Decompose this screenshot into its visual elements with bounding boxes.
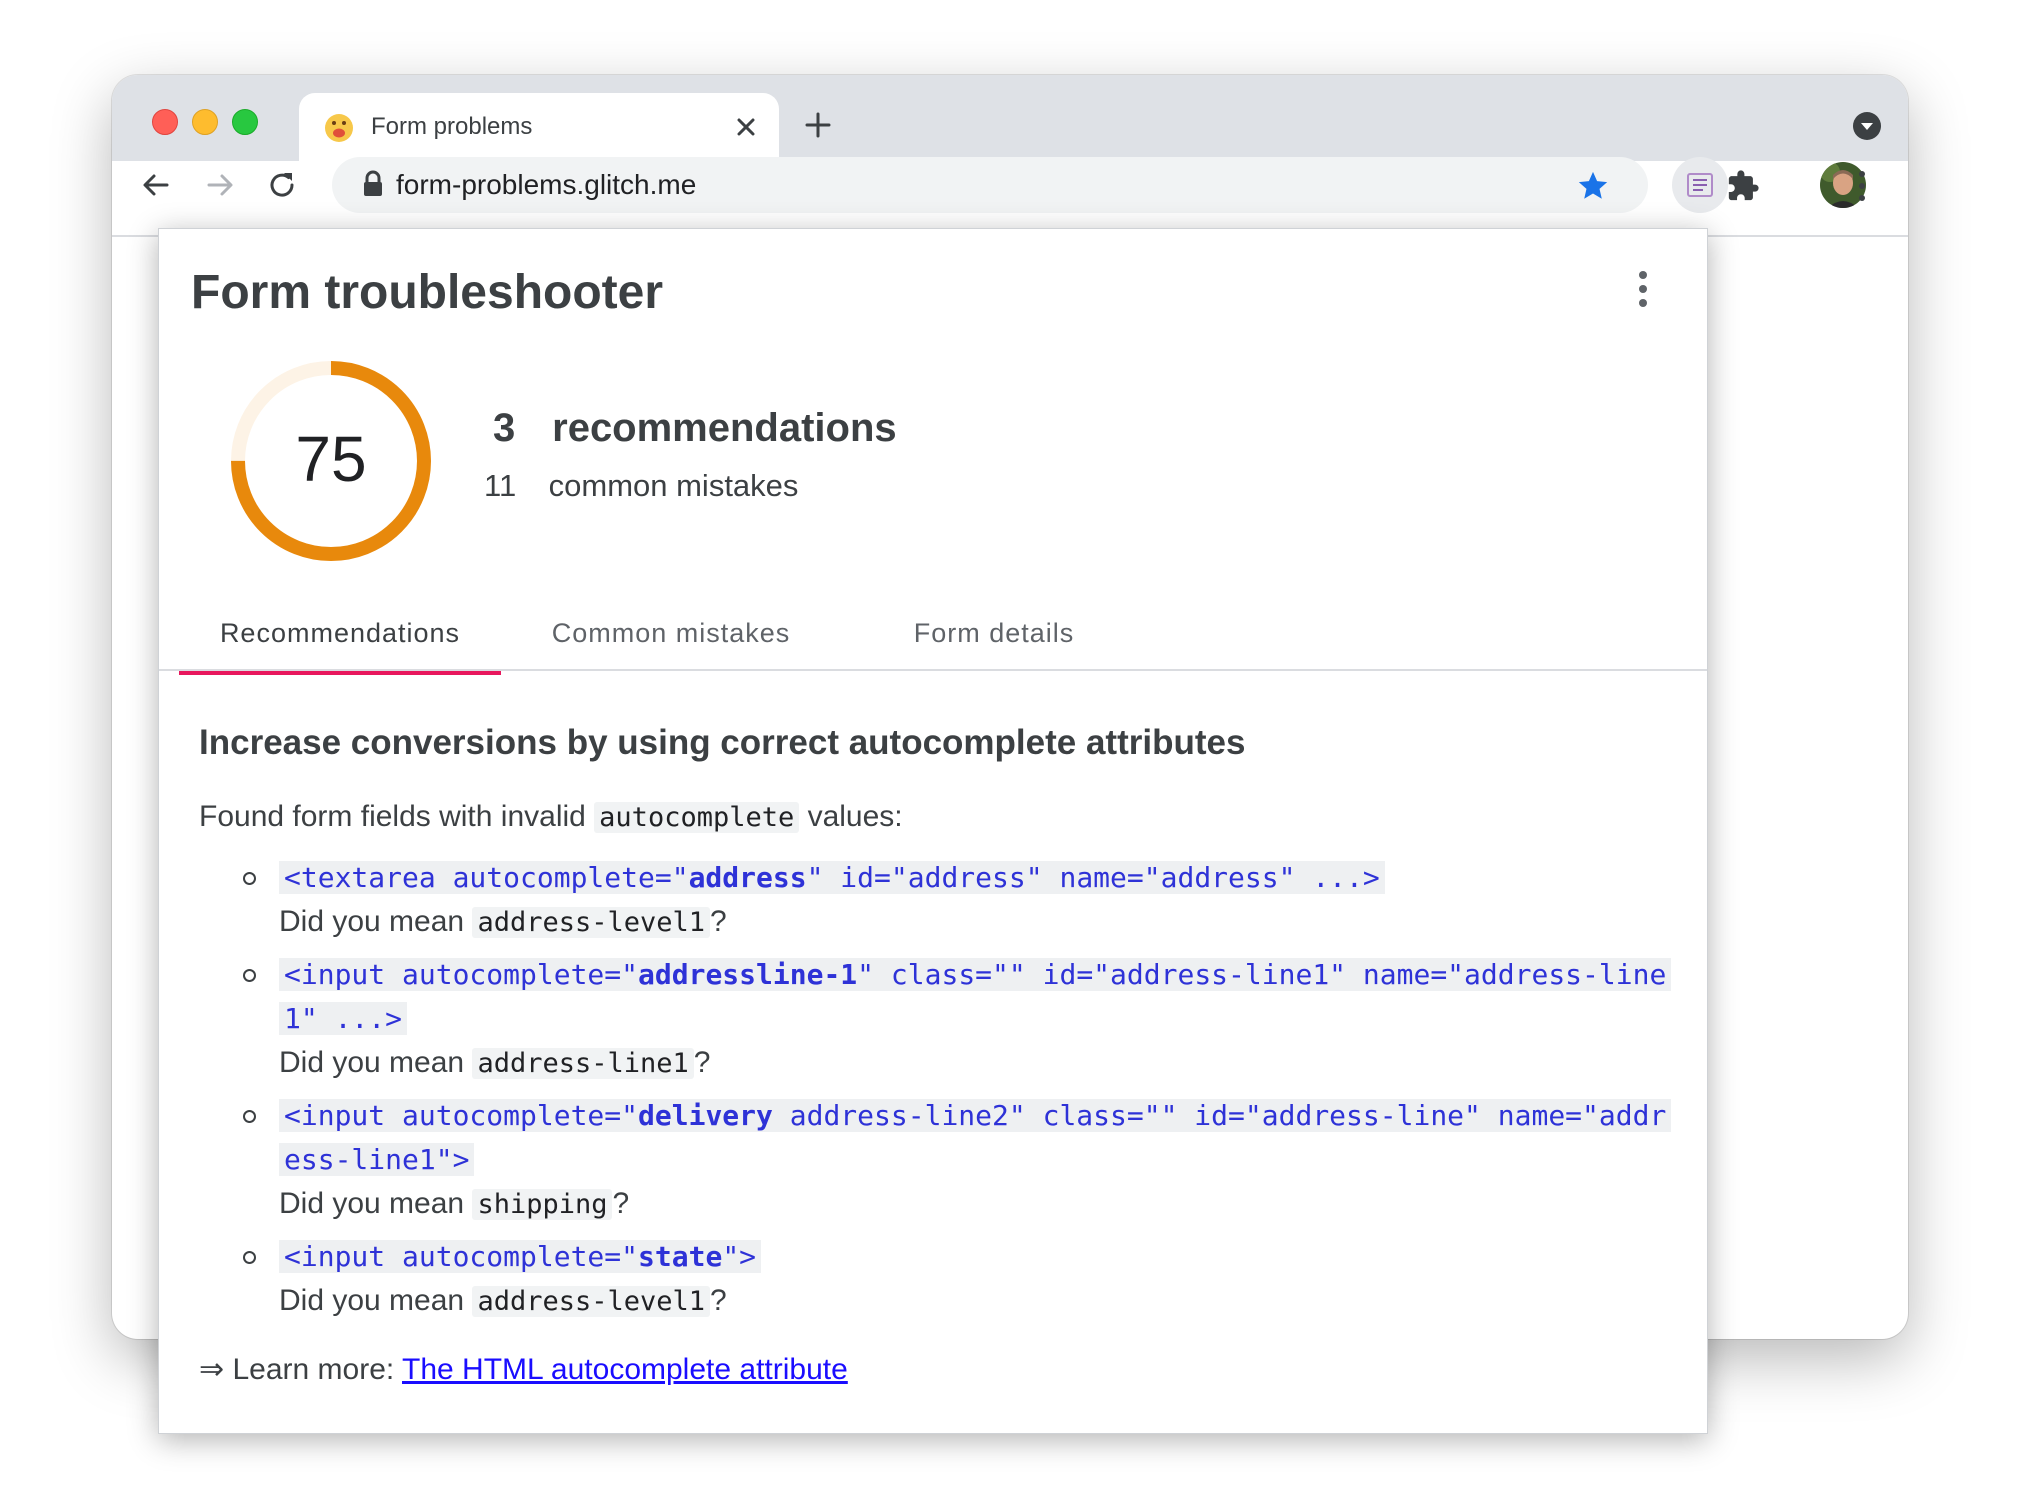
face-emoji-favicon-icon bbox=[325, 114, 353, 142]
recommendations-summary: 3 recommendations bbox=[493, 403, 897, 453]
zoom-window-button[interactable] bbox=[232, 109, 258, 135]
more-options-icon[interactable] bbox=[1637, 269, 1649, 309]
suggestion-text: Did you mean address-level1? bbox=[279, 1284, 727, 1317]
suggestion-code: shipping bbox=[472, 1189, 613, 1220]
score-gauge: 75 bbox=[227, 357, 435, 565]
popup-tabs: Recommendations Common mistakes Form det… bbox=[159, 597, 1707, 671]
mistakes-summary: 11 common mistakes bbox=[484, 465, 798, 507]
suggestion-text: Did you mean shipping? bbox=[279, 1187, 630, 1220]
browser-tab[interactable]: Form problems bbox=[299, 93, 779, 161]
bullet-icon bbox=[243, 872, 256, 885]
list-item: <input autocomplete="addressline-1" clas… bbox=[243, 953, 1672, 1086]
reload-icon[interactable] bbox=[266, 169, 298, 201]
element-snippet-link[interactable]: <input autocomplete="delivery address-li… bbox=[279, 1099, 1672, 1176]
lock-icon[interactable] bbox=[362, 170, 384, 198]
bookmark-star-icon[interactable] bbox=[1576, 169, 1610, 203]
recommendation-panel: Increase conversions by using correct au… bbox=[199, 719, 1672, 1392]
browser-menu-icon[interactable] bbox=[1856, 169, 1868, 203]
invalid-fields-list: <textarea autocomplete="address" id="add… bbox=[199, 856, 1672, 1324]
tab-strip: Form problems bbox=[112, 75, 1908, 161]
suggestion-text: Did you mean address-line1? bbox=[279, 1046, 711, 1079]
suggestion-code: address-level1 bbox=[472, 1286, 711, 1317]
learn-more-link[interactable]: The HTML autocomplete attribute bbox=[402, 1353, 848, 1386]
close-window-button[interactable] bbox=[152, 109, 178, 135]
bullet-icon bbox=[243, 969, 256, 982]
extension-popup: Form troubleshooter 75 3 recommendations… bbox=[158, 228, 1708, 1434]
tab-search-icon[interactable] bbox=[1852, 111, 1882, 141]
suggestion-text: Did you mean address-level1? bbox=[279, 905, 727, 938]
popup-title: Form troubleshooter bbox=[191, 266, 664, 319]
learn-more-prefix: ⇒ Learn more: bbox=[199, 1353, 403, 1386]
tab-common-mistakes[interactable]: Common mistakes bbox=[511, 597, 831, 669]
forward-icon[interactable] bbox=[204, 169, 236, 201]
tab-title: Form problems bbox=[371, 113, 533, 140]
close-tab-icon[interactable] bbox=[733, 114, 759, 140]
form-list-icon bbox=[1687, 173, 1713, 197]
mistakes-label: common mistakes bbox=[548, 468, 799, 503]
minimize-window-button[interactable] bbox=[192, 109, 218, 135]
bullet-icon bbox=[243, 1251, 256, 1264]
new-tab-icon[interactable] bbox=[804, 111, 832, 139]
url-text[interactable]: form-problems.glitch.me bbox=[396, 167, 696, 203]
suggestion-code: address-line1 bbox=[472, 1048, 694, 1079]
recommendation-intro: Found form fields with invalid autocompl… bbox=[199, 795, 1669, 840]
intro-text-after: values: bbox=[799, 800, 903, 833]
recommendations-count: 3 bbox=[493, 406, 516, 450]
list-item: <input autocomplete="delivery address-li… bbox=[243, 1094, 1672, 1227]
element-snippet-link[interactable]: <input autocomplete="state"> bbox=[279, 1240, 762, 1273]
list-item: <textarea autocomplete="address" id="add… bbox=[243, 856, 1669, 945]
tab-form-details[interactable]: Form details bbox=[839, 597, 1149, 669]
mistakes-count: 11 bbox=[484, 468, 517, 503]
learn-more: ⇒ Learn more: The HTML autocomplete attr… bbox=[199, 1348, 1669, 1392]
suggestion-code: address-level1 bbox=[472, 907, 711, 938]
intro-text-before: Found form fields with invalid bbox=[199, 800, 595, 833]
form-troubleshooter-extension-button[interactable] bbox=[1672, 157, 1728, 213]
bullet-icon bbox=[243, 1110, 256, 1123]
extensions-puzzle-icon[interactable] bbox=[1726, 169, 1760, 203]
active-tab-indicator bbox=[179, 671, 501, 675]
element-snippet-link[interactable]: <input autocomplete="addressline-1" clas… bbox=[279, 958, 1672, 1035]
list-item: <input autocomplete="state"> Did you mea… bbox=[243, 1235, 1669, 1324]
recommendation-heading: Increase conversions by using correct au… bbox=[199, 723, 1246, 762]
score-value: 75 bbox=[295, 423, 366, 495]
intro-code: autocomplete bbox=[594, 802, 800, 833]
recommendations-label: recommendations bbox=[552, 406, 897, 450]
element-snippet-link[interactable]: <textarea autocomplete="address" id="add… bbox=[279, 861, 1385, 894]
back-icon[interactable] bbox=[140, 169, 172, 201]
tab-recommendations[interactable]: Recommendations bbox=[179, 597, 501, 669]
